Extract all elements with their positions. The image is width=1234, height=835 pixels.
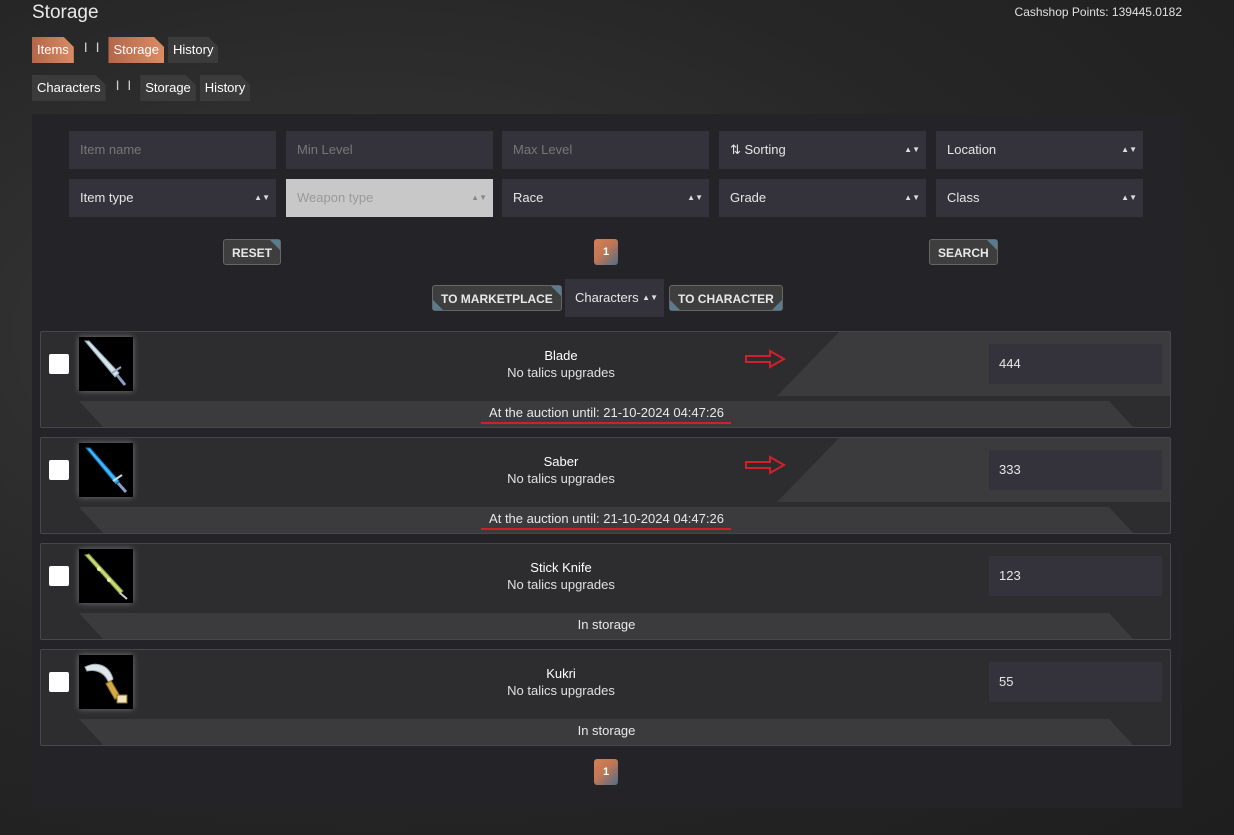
page-button-bottom[interactable]: 1 bbox=[594, 759, 618, 785]
characters-select[interactable]: Characters ▲▼ bbox=[565, 279, 664, 317]
kukri-icon bbox=[79, 655, 133, 709]
item-type-select-value: Item type bbox=[80, 190, 134, 205]
select-arrows-icon: ▲▼ bbox=[471, 193, 487, 202]
red-underline-annotation bbox=[481, 422, 731, 424]
item-name-input[interactable]: Item name bbox=[69, 131, 276, 169]
select-arrows-icon: ▲▼ bbox=[254, 193, 270, 202]
tab-items[interactable]: Items bbox=[32, 37, 74, 63]
button-corner-decoration bbox=[670, 300, 680, 310]
items-nav: Items I I Storage History bbox=[32, 37, 222, 63]
quantity-input[interactable]: 123 bbox=[989, 556, 1162, 596]
red-arrow-annotation-icon bbox=[745, 455, 786, 475]
select-arrows-icon: ▲▼ bbox=[687, 193, 703, 202]
sorting-select[interactable]: ⇅ Sorting ▲▼ bbox=[719, 131, 926, 169]
location-select[interactable]: Location ▲▼ bbox=[936, 131, 1143, 169]
tab-items-storage[interactable]: Storage bbox=[108, 37, 164, 63]
item-upgrades: No talics upgrades bbox=[507, 683, 615, 698]
reset-button[interactable]: RESET bbox=[223, 239, 282, 265]
nav-separator: I I bbox=[83, 39, 102, 55]
item-row: Stick Knife No talics upgrades 123 In st… bbox=[40, 543, 1171, 640]
tab-characters-storage[interactable]: Storage bbox=[140, 75, 196, 101]
item-row: Blade No talics upgrades 444 At the auct… bbox=[40, 331, 1171, 428]
quantity-input[interactable]: 333 bbox=[989, 450, 1162, 490]
red-underline-annotation bbox=[481, 528, 731, 530]
select-arrows-icon: ▲▼ bbox=[642, 293, 658, 302]
storage-panel: Item name Min Level Max Level ⇅ Sorting … bbox=[32, 114, 1182, 808]
search-button-label: SEARCH bbox=[938, 246, 989, 260]
tab-characters[interactable]: Characters bbox=[32, 75, 106, 101]
nav-separator: I I bbox=[115, 77, 134, 93]
button-corner-decoration bbox=[986, 240, 997, 250]
quantity-input[interactable]: 444 bbox=[989, 344, 1162, 384]
min-level-input[interactable]: Min Level bbox=[286, 131, 493, 169]
race-select[interactable]: Race ▲▼ bbox=[502, 179, 709, 217]
button-corner-decoration bbox=[270, 240, 281, 250]
item-status: In storage bbox=[577, 723, 636, 738]
to-marketplace-button[interactable]: TO MARKETPLACE bbox=[432, 285, 562, 311]
characters-nav: Characters I I Storage History bbox=[32, 75, 254, 101]
select-arrows-icon: ▲▼ bbox=[1121, 145, 1137, 154]
to-marketplace-label: TO MARKETPLACE bbox=[441, 292, 553, 306]
item-status: At the auction until: 21-10-2024 04:47:2… bbox=[489, 511, 724, 526]
item-upgrades: No talics upgrades bbox=[507, 577, 615, 592]
red-arrow-annotation-icon bbox=[745, 349, 786, 369]
item-type-select[interactable]: Item type ▲▼ bbox=[69, 179, 276, 217]
stick-knife-icon bbox=[79, 549, 133, 603]
location-select-value: Location bbox=[947, 142, 997, 157]
page-button[interactable]: 1 bbox=[594, 239, 618, 265]
item-name: Kukri bbox=[546, 666, 576, 681]
class-select-value: Class bbox=[947, 190, 980, 205]
tab-items-history[interactable]: History bbox=[168, 37, 218, 63]
item-name: Blade bbox=[544, 348, 578, 363]
race-select-value: Race bbox=[513, 190, 544, 205]
item-upgrades: No talics upgrades bbox=[507, 365, 615, 380]
reset-button-label: RESET bbox=[232, 246, 273, 260]
sorting-select-value: ⇅ Sorting bbox=[730, 142, 786, 157]
quantity-input[interactable]: 55 bbox=[989, 662, 1162, 702]
select-arrows-icon: ▲▼ bbox=[904, 145, 920, 154]
button-corner-decoration bbox=[433, 300, 443, 310]
blade-icon bbox=[79, 337, 133, 391]
select-arrows-icon: ▲▼ bbox=[1121, 193, 1137, 202]
item-status: In storage bbox=[577, 617, 636, 632]
item-row: Kukri No talics upgrades 55 In storage bbox=[40, 649, 1171, 746]
to-character-label: TO CHARACTER bbox=[678, 292, 774, 306]
button-corner-decoration bbox=[771, 300, 782, 310]
characters-select-value: Characters bbox=[575, 290, 639, 305]
item-status: At the auction until: 21-10-2024 04:47:2… bbox=[489, 405, 724, 420]
saber-icon bbox=[79, 443, 133, 497]
grade-select[interactable]: Grade ▲▼ bbox=[719, 179, 926, 217]
search-button[interactable]: SEARCH bbox=[929, 239, 998, 265]
class-select[interactable]: Class ▲▼ bbox=[936, 179, 1143, 217]
item-row: Saber No talics upgrades 333 At the auct… bbox=[40, 437, 1171, 534]
max-level-input[interactable]: Max Level bbox=[502, 131, 709, 169]
item-name: Saber bbox=[543, 454, 579, 469]
tab-characters-history[interactable]: History bbox=[200, 75, 250, 101]
cashshop-points: Cashshop Points: 139445.0182 bbox=[1014, 5, 1182, 19]
grade-select-value: Grade bbox=[730, 190, 767, 205]
weapon-type-select: Weapon type ▲▼ bbox=[286, 179, 493, 217]
select-arrows-icon: ▲▼ bbox=[904, 193, 920, 202]
button-corner-decoration bbox=[550, 286, 561, 296]
weapon-type-select-value: Weapon type bbox=[297, 190, 374, 205]
to-character-button[interactable]: TO CHARACTER bbox=[669, 285, 783, 311]
item-upgrades: No talics upgrades bbox=[507, 471, 615, 486]
item-name: Stick Knife bbox=[530, 560, 592, 575]
page-title: Storage bbox=[32, 2, 99, 23]
